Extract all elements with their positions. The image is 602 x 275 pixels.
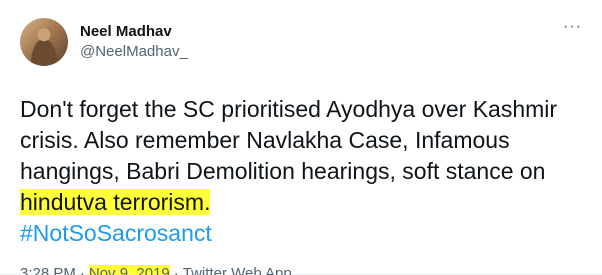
more-options-icon[interactable]: ··· — [563, 18, 582, 36]
avatar[interactable] — [20, 18, 68, 66]
tweet-text-main: Don't forget the SC prioritised Ayodhya … — [20, 96, 558, 184]
meta-separator: · — [79, 265, 85, 275]
tweet-date[interactable]: Nov 9, 2019 — [88, 265, 170, 275]
tweet-text-highlighted: hindutva terrorism. — [20, 189, 211, 215]
tweet-source[interactable]: Twitter Web App — [183, 265, 292, 275]
author-handle[interactable]: @NeelMadhav_ — [80, 42, 188, 62]
tweet-card: Neel Madhav @NeelMadhav_ ··· Don't forge… — [0, 0, 602, 275]
hashtag-link[interactable]: #NotSoSacrosanct — [20, 218, 580, 249]
author-info: Neel Madhav @NeelMadhav_ — [80, 22, 188, 62]
tweet-time[interactable]: 3:28 PM — [20, 265, 76, 275]
tweet-metadata: 3:28 PM · Nov 9, 2019 · Twitter Web App — [20, 265, 584, 275]
tweet-header: Neel Madhav @NeelMadhav_ — [20, 16, 584, 68]
author-display-name[interactable]: Neel Madhav — [80, 22, 188, 42]
tweet-text: Don't forget the SC prioritised Ayodhya … — [20, 94, 580, 249]
meta-separator: · — [173, 265, 179, 275]
